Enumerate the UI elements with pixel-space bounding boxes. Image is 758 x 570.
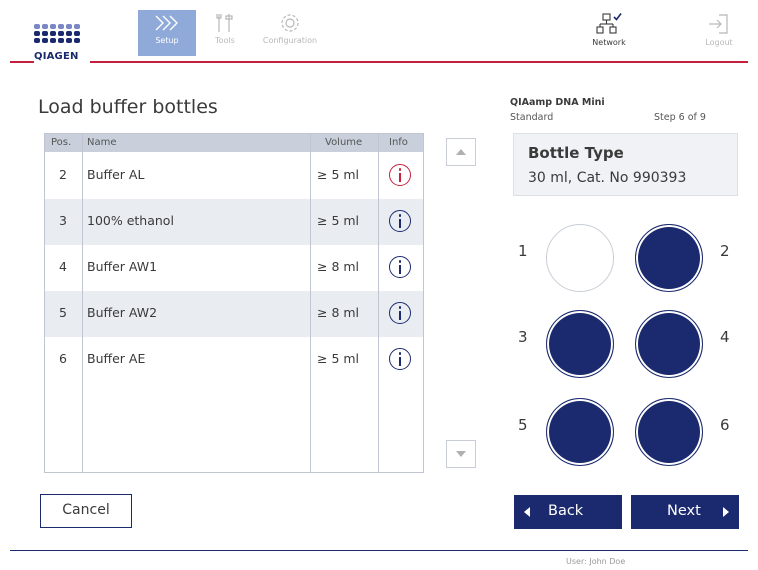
setup-icon [155, 15, 178, 31]
row-volume: ≥ 5 ml [317, 167, 360, 182]
info-icon[interactable] [389, 164, 411, 186]
chevron-up-icon [456, 149, 466, 155]
nav-logout-label: Logout [705, 38, 733, 47]
bottle-position-1[interactable] [546, 224, 614, 292]
column-header-info: Info [389, 137, 408, 148]
configuration-icon [281, 14, 299, 32]
bottle-position-3[interactable] [546, 310, 614, 378]
step-indicator: Step 6 of 9 [654, 112, 706, 123]
header-divider-right [90, 61, 748, 63]
nav-tools-label: Tools [215, 36, 235, 45]
position-label: 1 [518, 242, 528, 260]
bottle-position-6[interactable] [635, 398, 703, 466]
row-volume: ≥ 8 ml [317, 305, 360, 320]
app-header: QIAGEN Setup Tools Configuration Network… [0, 0, 758, 68]
table-row[interactable]: 6 Buffer AE ≥ 5 ml [45, 337, 423, 383]
row-name: Buffer AE [87, 351, 146, 366]
logo-dots [34, 24, 86, 43]
row-volume: ≥ 5 ml [317, 213, 360, 228]
bottle-position-4[interactable] [635, 310, 703, 378]
position-label: 5 [518, 416, 528, 434]
table-row[interactable]: 5 Buffer AW2 ≥ 8 ml [45, 291, 423, 337]
row-pos: 6 [59, 351, 67, 366]
column-header-name: Name [87, 137, 117, 148]
logo-text: QIAGEN [34, 51, 79, 62]
cancel-button[interactable]: Cancel [40, 494, 132, 528]
buffer-table: Pos. Name Volume Info 2 Buffer AL ≥ 5 ml… [44, 133, 424, 473]
logout-icon [709, 14, 728, 34]
header-divider-left [10, 61, 34, 63]
bottle-position-2[interactable] [635, 224, 703, 292]
qiagen-logo: QIAGEN [34, 24, 86, 64]
row-name: Buffer AW1 [87, 259, 158, 274]
footer-divider [10, 550, 748, 551]
nav-network-button[interactable]: Network [580, 10, 638, 56]
column-divider [310, 134, 311, 472]
scroll-up-button[interactable] [446, 138, 476, 166]
nav-configuration-label: Configuration [262, 36, 318, 45]
tools-icon [216, 14, 233, 32]
row-pos: 2 [59, 167, 67, 182]
next-label: Next [667, 503, 701, 519]
column-header-pos: Pos. [51, 137, 72, 148]
page-title: Load buffer bottles [38, 96, 218, 118]
user-label: User: John Doe [566, 557, 626, 566]
table-row[interactable]: 4 Buffer AW1 ≥ 8 ml [45, 245, 423, 291]
row-pos: 3 [59, 213, 67, 228]
table-header: Pos. Name Volume Info [45, 134, 423, 152]
network-icon [596, 13, 622, 34]
row-pos: 5 [59, 305, 67, 320]
row-name: 100% ethanol [87, 213, 174, 228]
table-row[interactable]: 3 100% ethanol ≥ 5 ml [45, 199, 423, 245]
protocol-mode: Standard [510, 112, 554, 123]
bottle-type-panel: Bottle Type 30 ml, Cat. No 990393 [513, 133, 738, 196]
row-pos: 4 [59, 259, 67, 274]
row-volume: ≥ 8 ml [317, 259, 360, 274]
protocol-name: QIAamp DNA Mini [510, 97, 605, 108]
table-row[interactable]: 2 Buffer AL ≥ 5 ml [45, 153, 423, 199]
scroll-down-button[interactable] [446, 440, 476, 468]
back-label: Back [548, 503, 584, 519]
column-header-volume: Volume [325, 137, 363, 148]
nav-setup-label: Setup [155, 36, 179, 45]
row-name: Buffer AW2 [87, 305, 158, 320]
bottle-type-title: Bottle Type [528, 144, 624, 162]
column-divider [378, 134, 379, 472]
info-icon[interactable] [389, 210, 411, 232]
nav-setup-button[interactable]: Setup [138, 10, 196, 56]
arrow-right-icon [723, 507, 729, 517]
back-button[interactable]: Back [514, 495, 622, 529]
nav-configuration-button[interactable]: Configuration [254, 10, 326, 56]
next-button[interactable]: Next [631, 495, 739, 529]
info-icon[interactable] [389, 256, 411, 278]
info-icon[interactable] [389, 348, 411, 370]
nav-tools-button[interactable]: Tools [196, 10, 254, 56]
position-label: 3 [518, 328, 528, 346]
nav-logout-button[interactable]: Logout [690, 10, 748, 56]
position-label: 6 [720, 416, 730, 434]
info-icon[interactable] [389, 302, 411, 324]
bottle-type-value: 30 ml, Cat. No 990393 [528, 170, 687, 186]
chevron-down-icon [456, 451, 466, 457]
row-volume: ≥ 5 ml [317, 351, 360, 366]
bottle-position-5[interactable] [546, 398, 614, 466]
arrow-left-icon [524, 507, 530, 517]
row-name: Buffer AL [87, 167, 145, 182]
position-label: 2 [720, 242, 730, 260]
column-divider [82, 134, 83, 472]
nav-network-label: Network [592, 38, 626, 47]
position-label: 4 [720, 328, 730, 346]
